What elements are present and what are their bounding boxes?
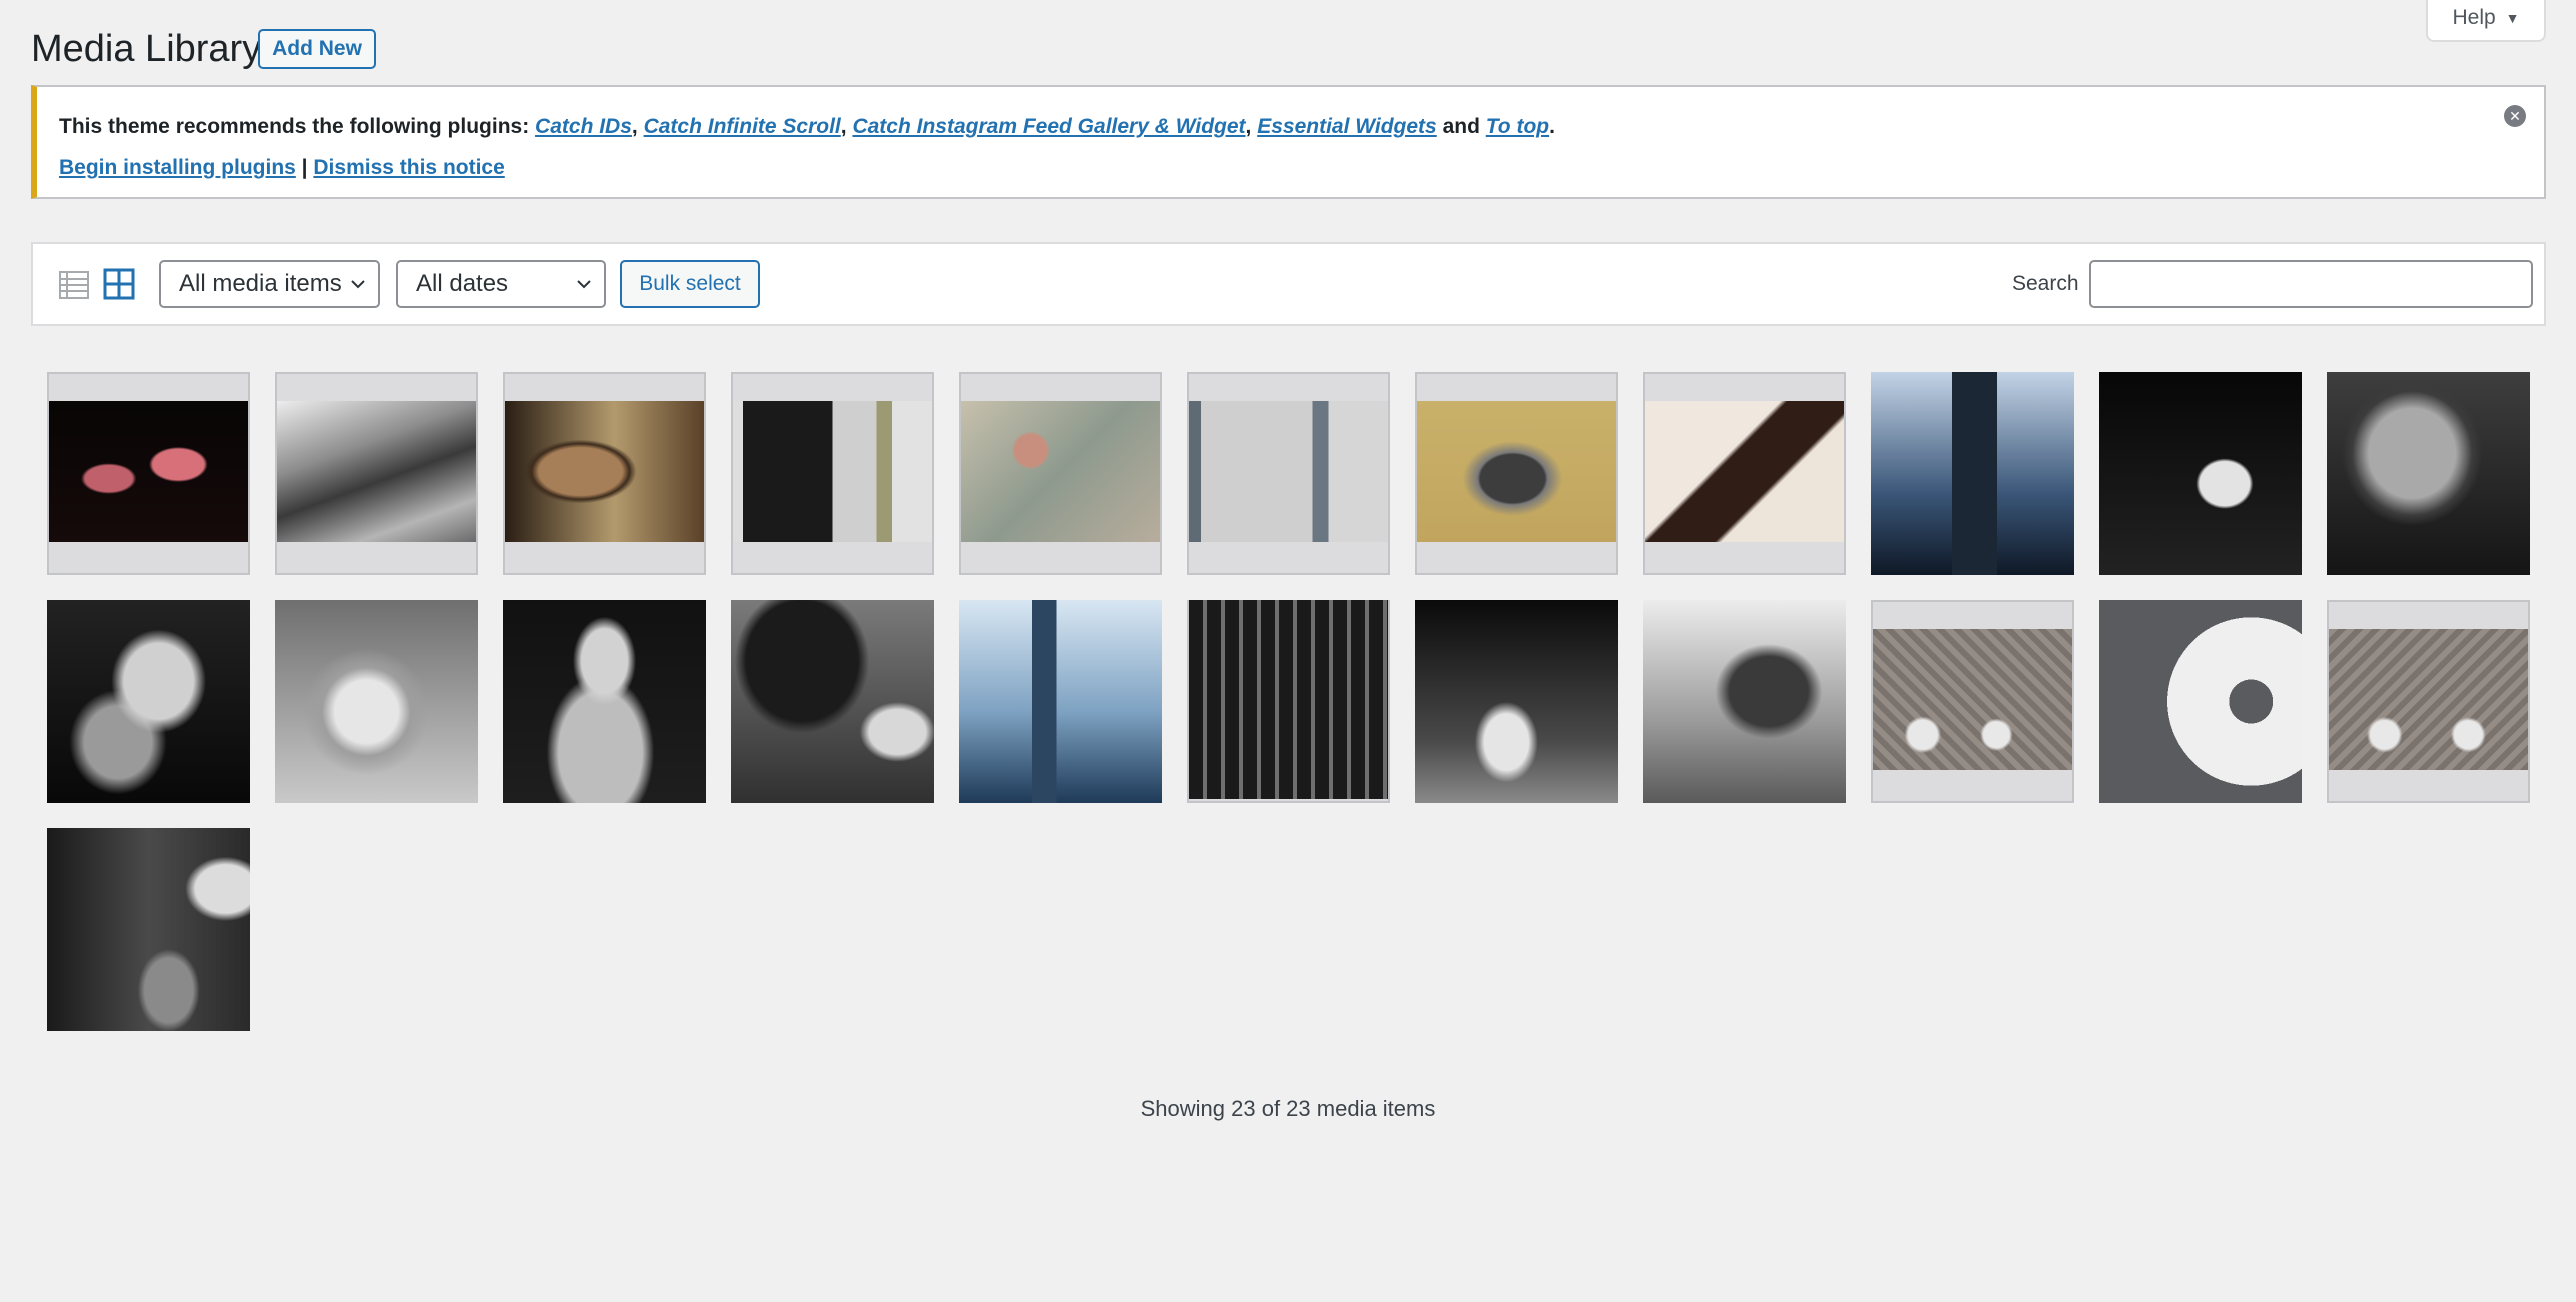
media-thumbnail bbox=[1417, 401, 1616, 542]
media-item[interactable] bbox=[1643, 600, 1846, 803]
plugin-link-catch-instagram[interactable]: Catch Instagram Feed Gallery & Widget bbox=[852, 115, 1245, 138]
media-item[interactable] bbox=[275, 600, 478, 803]
media-toolbar: All media items All dates Bulk select Se… bbox=[31, 242, 2546, 326]
pipe-separator: | bbox=[295, 156, 314, 179]
media-item[interactable] bbox=[959, 600, 1162, 803]
media-thumbnail bbox=[503, 600, 706, 803]
dismiss-notice-link[interactable]: Dismiss this notice bbox=[313, 156, 504, 179]
bulk-select-button[interactable]: Bulk select bbox=[620, 260, 760, 308]
add-new-button[interactable]: Add New bbox=[258, 29, 376, 69]
list-view-icon[interactable] bbox=[59, 270, 89, 300]
media-item[interactable] bbox=[1415, 372, 1618, 575]
separator: , bbox=[1245, 115, 1258, 138]
grid-view-icon[interactable] bbox=[103, 268, 135, 300]
media-item[interactable] bbox=[1187, 600, 1390, 803]
media-thumbnail bbox=[1643, 600, 1846, 803]
media-item[interactable] bbox=[1871, 372, 2074, 575]
media-thumbnail bbox=[733, 401, 932, 542]
media-thumbnail bbox=[277, 401, 476, 542]
search-input[interactable] bbox=[2089, 260, 2533, 308]
media-thumbnail bbox=[2327, 372, 2530, 575]
search-label: Search bbox=[2012, 272, 2079, 295]
media-type-filter[interactable]: All media items bbox=[159, 260, 380, 308]
media-thumbnail bbox=[1415, 600, 1618, 803]
chevron-down-icon bbox=[577, 280, 591, 289]
help-tab[interactable]: Help ▼ bbox=[2426, 0, 2546, 42]
caret-down-icon: ▼ bbox=[2505, 10, 2520, 26]
media-item[interactable] bbox=[959, 372, 1162, 575]
media-thumbnail bbox=[1871, 372, 2074, 575]
notice-actions: Begin installing plugins | Dismiss this … bbox=[59, 156, 505, 180]
chevron-down-icon bbox=[351, 280, 365, 289]
media-thumbnail bbox=[1873, 629, 2072, 770]
date-filter[interactable]: All dates bbox=[396, 260, 606, 308]
media-item[interactable] bbox=[503, 372, 706, 575]
begin-installing-link[interactable]: Begin installing plugins bbox=[59, 156, 296, 179]
media-item[interactable] bbox=[2099, 600, 2302, 803]
media-thumbnail bbox=[1189, 401, 1388, 542]
media-thumbnail bbox=[1645, 401, 1844, 542]
and-text: and bbox=[1436, 115, 1486, 138]
media-item[interactable] bbox=[47, 372, 250, 575]
media-thumbnail bbox=[959, 600, 1162, 803]
media-item[interactable] bbox=[1871, 600, 2074, 803]
media-thumbnail bbox=[2099, 600, 2302, 803]
notice-text: This theme recommends the following plug… bbox=[59, 115, 1555, 139]
media-item[interactable] bbox=[47, 828, 250, 1031]
media-thumbnail bbox=[505, 401, 704, 542]
media-thumbnail bbox=[1189, 600, 1388, 799]
plugin-link-catch-infinite-scroll[interactable]: Catch Infinite Scroll bbox=[644, 115, 841, 138]
media-item[interactable] bbox=[1187, 372, 1390, 575]
media-item[interactable] bbox=[2327, 372, 2530, 575]
plugin-link-to-top[interactable]: To top bbox=[1486, 115, 1549, 138]
media-type-value: All media items bbox=[179, 270, 342, 297]
period: . bbox=[1549, 115, 1555, 138]
media-thumbnail bbox=[731, 600, 934, 803]
media-thumbnail bbox=[47, 600, 250, 803]
media-thumbnail bbox=[2099, 372, 2302, 575]
media-item[interactable] bbox=[275, 372, 478, 575]
media-item[interactable] bbox=[503, 600, 706, 803]
help-label: Help bbox=[2452, 6, 2496, 29]
media-thumbnail bbox=[49, 401, 248, 542]
page-title: Media Library bbox=[31, 28, 262, 70]
media-count: Showing 23 of 23 media items bbox=[1140, 1096, 1436, 1121]
plugin-notice: This theme recommends the following plug… bbox=[31, 85, 2546, 199]
media-item[interactable] bbox=[731, 372, 934, 575]
media-item[interactable] bbox=[47, 600, 250, 803]
notice-lead: This theme recommends the following plug… bbox=[59, 115, 536, 138]
media-thumbnail bbox=[961, 401, 1160, 542]
date-value: All dates bbox=[416, 270, 509, 297]
media-item[interactable] bbox=[1415, 600, 1618, 803]
separator: , bbox=[631, 115, 644, 138]
close-icon[interactable]: ✕ bbox=[2504, 105, 2526, 127]
media-item[interactable] bbox=[2327, 600, 2530, 803]
separator: , bbox=[840, 115, 853, 138]
plugin-link-essential-widgets[interactable]: Essential Widgets bbox=[1257, 115, 1437, 138]
media-item[interactable] bbox=[1643, 372, 1846, 575]
media-thumbnail bbox=[2329, 629, 2528, 770]
media-item[interactable] bbox=[731, 600, 934, 803]
media-thumbnail bbox=[47, 828, 250, 1031]
media-item[interactable] bbox=[2099, 372, 2302, 575]
plugin-link-catch-ids[interactable]: Catch IDs bbox=[535, 115, 632, 138]
media-thumbnail bbox=[275, 600, 478, 803]
